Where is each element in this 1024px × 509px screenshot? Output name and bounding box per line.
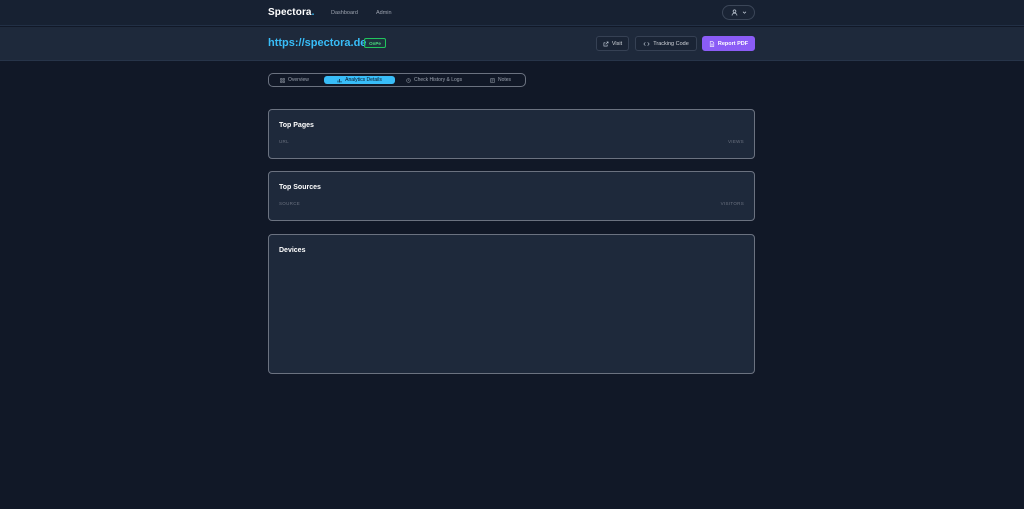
- tracking-code-button[interactable]: Tracking Code: [635, 36, 697, 51]
- brand-logo[interactable]: Spectora.: [268, 7, 314, 18]
- grid-icon: [280, 77, 285, 83]
- nav-link-admin[interactable]: Admin: [376, 10, 392, 16]
- external-link-icon: [603, 41, 609, 47]
- views-column-header: VIEWS: [727, 139, 744, 144]
- url-column-header: URL: [279, 139, 289, 144]
- tab-bar: Overview Analytics Details Check History…: [268, 73, 526, 87]
- nav-link-dashboard[interactable]: Dashboard: [331, 10, 358, 16]
- devices-title: Devices: [279, 247, 306, 254]
- tab-overview[interactable]: Overview: [275, 76, 314, 84]
- chevron-down-icon: [742, 10, 747, 15]
- code-icon: [643, 41, 650, 47]
- site-url-title: https://spectora.de: [268, 37, 367, 49]
- bar-chart-icon: [337, 78, 342, 83]
- brand-dot: .: [311, 7, 315, 18]
- tab-notes-label: Notes: [498, 77, 512, 83]
- top-pages-title: Top Pages: [279, 122, 314, 129]
- status-badge: OnPe: [364, 38, 386, 48]
- tracking-code-button-label: Tracking Code: [653, 40, 689, 47]
- report-pdf-button[interactable]: Report PDF: [702, 36, 755, 51]
- tab-overview-label: Overview: [288, 77, 309, 83]
- user-icon: [731, 9, 738, 16]
- clock-icon: [406, 77, 411, 83]
- tab-analytics-details-label: Analytics Details: [345, 77, 382, 83]
- report-pdf-button-label: Report PDF: [717, 40, 749, 47]
- source-column-header: SOURCE: [279, 201, 301, 206]
- user-menu-button[interactable]: [722, 5, 755, 20]
- notes-icon: [490, 77, 495, 83]
- devices-card: Devices: [268, 234, 755, 374]
- top-nav: [0, 0, 1024, 26]
- visitors-column-header: VISITORS: [720, 201, 744, 206]
- site-header: [0, 27, 1024, 61]
- top-sources-title: Top Sources: [279, 184, 321, 191]
- top-sources-card: Top Sources SOURCE VISITORS: [268, 171, 755, 221]
- top-pages-card: Top Pages URL VIEWS: [268, 109, 755, 159]
- file-icon: [709, 40, 715, 47]
- tab-check-history-label: Check History & Logs: [414, 77, 463, 83]
- tab-notes[interactable]: Notes: [485, 76, 516, 84]
- tab-check-history[interactable]: Check History & Logs: [401, 76, 467, 84]
- visit-button-label: Visit: [611, 40, 623, 47]
- visit-button[interactable]: Visit: [596, 36, 629, 51]
- brand-name: Spectora: [268, 7, 312, 18]
- tab-analytics-details[interactable]: Analytics Details: [324, 76, 395, 84]
